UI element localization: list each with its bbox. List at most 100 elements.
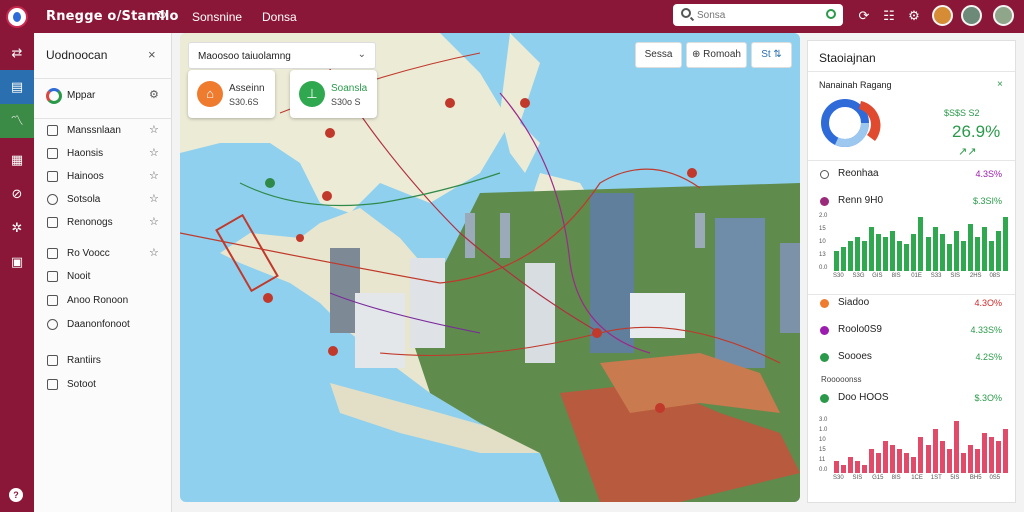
chart-bar[interactable] xyxy=(988,240,994,271)
chart-bar[interactable] xyxy=(925,237,931,271)
avatar-2[interactable] xyxy=(961,5,982,26)
chart-bar[interactable] xyxy=(967,445,973,473)
map-pin[interactable] xyxy=(655,403,665,413)
map-pin[interactable] xyxy=(687,168,697,178)
layer-item[interactable]: Nooit xyxy=(34,266,172,288)
chart-bar[interactable] xyxy=(904,453,910,473)
settings-icon[interactable]: ⚙ xyxy=(149,88,159,101)
avatar-3[interactable] xyxy=(993,5,1014,26)
metric-row[interactable]: Roolo0S9 4.33S% xyxy=(808,319,1015,341)
chart-bar[interactable] xyxy=(848,457,854,473)
chart-bar[interactable] xyxy=(974,449,980,473)
tab-2[interactable]: Donsa xyxy=(262,10,297,24)
chart-bar[interactable] xyxy=(918,437,924,473)
map-pin[interactable] xyxy=(520,98,530,108)
search-go-icon[interactable] xyxy=(826,9,836,19)
chart-bar[interactable] xyxy=(911,457,917,473)
chart-bar[interactable] xyxy=(981,227,987,271)
chart-bar[interactable] xyxy=(1002,217,1008,271)
metric-row[interactable]: Reonhaa 4.3S% xyxy=(808,163,1015,185)
link-icon[interactable]: ⊘ xyxy=(0,177,34,211)
star-icon[interactable]: ☆ xyxy=(149,246,159,259)
avatar-1[interactable] xyxy=(932,5,953,26)
chart-bar[interactable] xyxy=(841,247,847,271)
chart-bar[interactable] xyxy=(883,441,889,473)
metric-row[interactable]: Renn 9H0 $.3SI% xyxy=(808,190,1015,212)
layer-item[interactable]: Sotsola ☆ xyxy=(34,189,172,211)
help-icon[interactable]: ? xyxy=(9,488,23,502)
chart-bar[interactable] xyxy=(841,465,847,473)
document-icon[interactable]: ☷ xyxy=(881,8,897,24)
share-icon[interactable]: ⇄ xyxy=(0,36,34,70)
chart-bar[interactable] xyxy=(904,244,910,271)
layer-item[interactable]: Manssnlaan ☆ xyxy=(34,120,172,142)
chart-bar[interactable] xyxy=(855,237,861,271)
close-icon[interactable]: × xyxy=(997,79,1003,90)
chart-bar[interactable] xyxy=(862,240,868,271)
chart-bar[interactable] xyxy=(932,227,938,271)
chart-bar[interactable] xyxy=(946,244,952,271)
chart-bar[interactable] xyxy=(925,445,931,473)
dashboard-icon[interactable]: ▤ xyxy=(0,70,34,104)
chart-bar[interactable] xyxy=(862,465,868,473)
calendar-icon[interactable]: ▦ xyxy=(0,143,34,177)
chart-bar[interactable] xyxy=(848,240,854,271)
activity-icon[interactable]: 〽 xyxy=(0,104,34,138)
chart-bar[interactable] xyxy=(974,237,980,271)
layer-item[interactable]: Ro Voocc ☆ xyxy=(34,243,172,265)
map-pin[interactable] xyxy=(325,128,335,138)
clipboard-icon[interactable]: ▣ xyxy=(0,245,34,279)
chart-bar[interactable] xyxy=(897,449,903,473)
layer-item[interactable]: Anoo Ronoon xyxy=(34,290,172,312)
star-icon[interactable]: ☆ xyxy=(149,123,159,136)
chart-bar[interactable] xyxy=(960,240,966,271)
layer-item[interactable]: Daanonfonoot xyxy=(34,314,172,336)
chart-bar[interactable] xyxy=(883,237,889,271)
chart-bar[interactable] xyxy=(911,233,917,271)
metric-row[interactable]: Soooes 4.2S% xyxy=(808,346,1015,368)
close-icon[interactable]: × xyxy=(148,47,156,62)
chart-bar[interactable] xyxy=(946,449,952,473)
map-pin[interactable] xyxy=(263,293,273,303)
chart-bar[interactable] xyxy=(855,461,861,473)
metric-row[interactable]: Doo HOOS $.3O% xyxy=(808,387,1015,409)
chart-bar[interactable] xyxy=(834,250,839,271)
chart-bar[interactable] xyxy=(981,433,987,473)
map-button-1[interactable]: Sessa xyxy=(635,42,682,68)
map-pin[interactable] xyxy=(445,98,455,108)
star-icon[interactable]: ☆ xyxy=(149,146,159,159)
chart-bar[interactable] xyxy=(988,437,994,473)
chart-bar[interactable] xyxy=(939,233,945,271)
app-logo[interactable] xyxy=(6,6,28,28)
layer-select[interactable]: Maoosoo taiuolamng ⌄ xyxy=(188,42,376,69)
refresh-icon[interactable]: ⟳ xyxy=(856,8,872,24)
map-button-2[interactable]: ⊕ Romoah xyxy=(686,42,747,68)
layer-item[interactable]: Hainoos ☆ xyxy=(34,166,172,188)
chart-bar[interactable] xyxy=(897,240,903,271)
chart-bar[interactable] xyxy=(869,227,875,271)
layer-item[interactable]: Haonsis ☆ xyxy=(34,143,172,165)
map-pin[interactable] xyxy=(322,191,332,201)
chart-bar[interactable] xyxy=(1002,429,1008,473)
refresh-icon[interactable]: ↻ xyxy=(157,8,167,22)
metric-row[interactable]: Siadoo 4.3O% xyxy=(808,292,1015,314)
map-pin[interactable] xyxy=(265,178,275,188)
chart-bar[interactable] xyxy=(960,453,966,473)
maps-row[interactable]: Mppar ⚙ xyxy=(34,85,172,107)
layer-item[interactable]: Rantiirs xyxy=(34,350,172,372)
chart-bar[interactable] xyxy=(876,233,882,271)
chart-bar[interactable] xyxy=(967,223,973,271)
chart-bar[interactable] xyxy=(939,441,945,473)
chart-bar[interactable] xyxy=(876,453,882,473)
chart-bar[interactable] xyxy=(932,429,938,473)
chart-bar[interactable] xyxy=(869,449,875,473)
stat-card-1[interactable]: ⌂ Asseinn S30.6S xyxy=(188,70,275,118)
stat-card-2[interactable]: ⊥ Soansla S30o S xyxy=(290,70,377,118)
star-icon[interactable]: ☆ xyxy=(149,169,159,182)
chart-bar[interactable] xyxy=(953,421,959,473)
chart-bar[interactable] xyxy=(834,461,839,473)
layer-item[interactable]: Sotoot xyxy=(34,374,172,396)
search-field[interactable] xyxy=(673,4,843,26)
settings-icon[interactable]: ⚙ xyxy=(906,8,922,24)
map-pin[interactable] xyxy=(296,234,304,242)
